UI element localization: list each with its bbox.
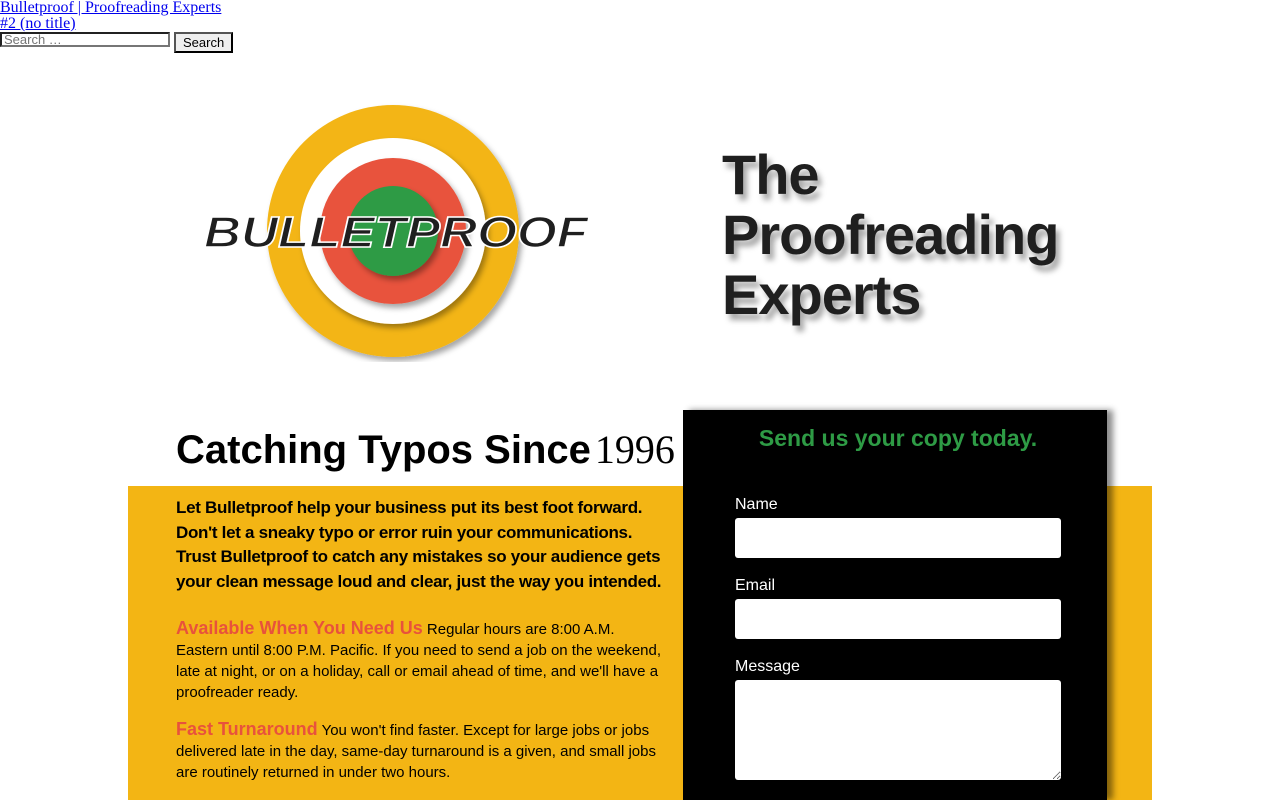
headline-text: Catching Typos Since (176, 428, 591, 472)
feature-availability: Available When You Need Us Regular hours… (176, 618, 666, 703)
page-headline: Catching Typos Since 1996 (176, 426, 675, 473)
headline-year: 1996 (594, 427, 675, 472)
feature-title: Fast Turnaround (176, 719, 318, 739)
logo-wordmark: BULLETPROOF (204, 208, 589, 257)
search-button[interactable]: Search (174, 32, 234, 53)
feature-turnaround: Fast Turnaround You won't find faster. E… (176, 719, 666, 783)
email-field[interactable] (735, 599, 1061, 639)
hero-tagline: The Proofreading Experts (722, 145, 1142, 345)
message-field[interactable] (735, 680, 1061, 780)
hero-line-2: Proofreading (722, 203, 1059, 266)
hero-line-3: Experts (722, 263, 921, 326)
search-input[interactable] (0, 32, 170, 47)
search-form: Search (0, 32, 234, 53)
hero-line-1: The (722, 143, 820, 206)
intro-paragraph: Let Bulletproof help your business put i… (176, 498, 662, 591)
form-title: Send us your copy today. (758, 425, 1038, 451)
name-label: Name (735, 496, 778, 513)
page-link[interactable]: #2 (no title) (0, 16, 1280, 32)
contact-form-panel: Send us your copy today. Name Email Mess… (683, 410, 1107, 800)
name-field[interactable] (735, 518, 1061, 558)
message-label: Message (735, 658, 800, 675)
feature-title: Available When You Need Us (176, 618, 423, 638)
site-title-link[interactable]: Bulletproof | Proofreading Experts (0, 0, 1280, 16)
bulletproof-logo: BULLETPROOF (203, 105, 590, 357)
email-label: Email (735, 577, 776, 594)
